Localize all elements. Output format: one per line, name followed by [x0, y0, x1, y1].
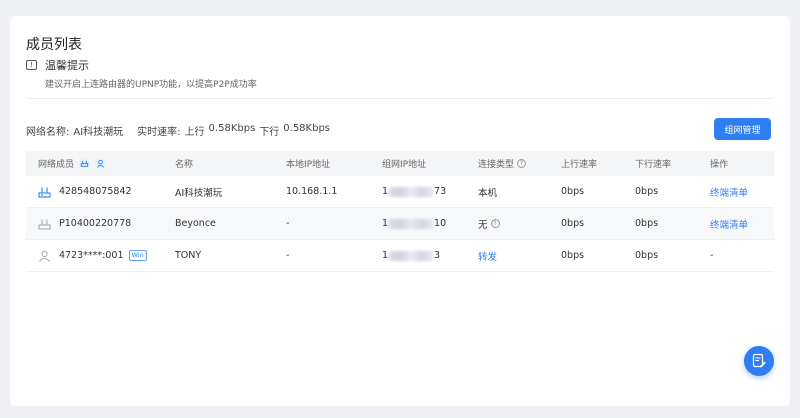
- divider: [26, 98, 774, 99]
- local-ip: 10.168.1.1: [286, 186, 338, 197]
- member-id: 428548075842: [59, 186, 132, 197]
- table-header: 网络成员 名称 本地IP地址 组网IP地址 连接类型 ? 上行速率 下行速率 操…: [26, 151, 774, 176]
- header-network-ip: 组网IP地址: [382, 160, 427, 170]
- os-badge: Win: [128, 250, 147, 261]
- member-name: AI科技潮玩: [175, 187, 223, 199]
- help-icon[interactable]: ?: [490, 219, 500, 228]
- header-up-rate: 上行速率: [561, 160, 598, 170]
- header-down-rate: 下行速率: [635, 160, 672, 170]
- tip-header: ! 温馨提示: [26, 57, 89, 73]
- network-ip-end: 10: [434, 218, 447, 229]
- member-name: Beyonce: [175, 218, 216, 229]
- up-label: 上行: [184, 127, 205, 138]
- down-rate: 0bps: [635, 218, 659, 229]
- user-icon: [39, 250, 50, 262]
- tip-text: 建议开启上连路由器的UPNP功能，以提高P2P成功率: [45, 80, 257, 90]
- router-filter-icon[interactable]: [79, 158, 90, 169]
- up-value: 0.58Kbps: [208, 123, 256, 134]
- member-cell: 4723****:001 Win: [38, 250, 147, 262]
- conn-type: 无 ?: [478, 217, 500, 231]
- conn-type-label: 无: [478, 219, 488, 231]
- member-id: 4723****:001: [59, 250, 124, 261]
- conn-type-relay[interactable]: 转发: [478, 249, 497, 263]
- network-ip-start: 1: [382, 186, 389, 197]
- edit-note-button[interactable]: [744, 346, 774, 376]
- member-id: P10400220778: [59, 218, 132, 229]
- redacted-ip: [389, 250, 434, 261]
- router-gray-icon: [38, 219, 51, 230]
- header-name: 名称: [175, 160, 194, 170]
- table-row: P10400220778 Beyonce - 1 10 无 ? 0bps 0bp…: [26, 208, 774, 240]
- network-ip: 1 10: [382, 218, 446, 229]
- tip-title: 温馨提示: [45, 59, 89, 72]
- down-rate: 0bps: [635, 186, 659, 197]
- header-member-label: 网络成员: [38, 160, 75, 170]
- action-none: -: [710, 250, 714, 261]
- table-row: 4723****:001 Win TONY - 1 3 转发 0bps 0bps…: [26, 240, 774, 272]
- user-filter-icon[interactable]: [95, 158, 106, 169]
- local-ip: -: [286, 218, 290, 229]
- network-name-value: AI科技潮玩: [73, 127, 124, 138]
- member-name: TONY: [175, 250, 202, 261]
- member-table: 网络成员 名称 本地IP地址 组网IP地址 连接类型 ? 上行速率 下行速率 操…: [26, 151, 774, 272]
- page-title: 成员列表: [26, 37, 82, 53]
- network-ip-end: 3: [434, 250, 441, 261]
- member-list-card: 成员列表 ! 温馨提示 建议开启上连路由器的UPNP功能，以提高P2P成功率 网…: [10, 16, 790, 406]
- up-rate: 0bps: [561, 218, 585, 229]
- help-icon[interactable]: ?: [517, 159, 527, 168]
- down-label: 下行: [259, 127, 280, 138]
- network-info: 网络名称: AI科技潮玩 实时速率: 上行 0.58Kbps 下行 0.58Kb…: [26, 123, 330, 138]
- network-name-label: 网络名称:: [26, 127, 70, 138]
- member-cell: 428548075842: [38, 186, 132, 198]
- down-rate: 0bps: [635, 250, 659, 261]
- terminal-list-link[interactable]: 终端清单: [710, 185, 748, 199]
- network-manage-button[interactable]: 组网管理: [714, 118, 771, 140]
- header-member: 网络成员: [38, 157, 106, 170]
- header-conn-type: 连接类型 ?: [478, 157, 527, 170]
- network-ip-start: 1: [382, 250, 389, 261]
- conn-type: 本机: [478, 187, 498, 199]
- table-row: 428548075842 AI科技潮玩 10.168.1.1 1 73 本机 0…: [26, 176, 774, 208]
- edit-note-icon: [752, 353, 766, 368]
- network-ip-start: 1: [382, 218, 389, 229]
- header-action: 操作: [710, 160, 729, 170]
- down-value: 0.58Kbps: [283, 123, 331, 134]
- redacted-ip: [389, 218, 434, 229]
- router-icon: [38, 187, 51, 198]
- up-rate: 0bps: [561, 186, 585, 197]
- header-local-ip: 本地IP地址: [286, 160, 331, 170]
- terminal-list-link[interactable]: 终端清单: [710, 217, 748, 231]
- header-conn-type-label: 连接类型: [478, 160, 515, 170]
- info-icon: !: [26, 60, 37, 70]
- network-ip: 1 73: [382, 186, 446, 197]
- redacted-ip: [389, 186, 434, 197]
- local-ip: -: [286, 250, 290, 261]
- up-rate: 0bps: [561, 250, 585, 261]
- network-ip-end: 73: [434, 186, 447, 197]
- network-ip: 1 3: [382, 250, 440, 261]
- speed-label: 实时速率:: [137, 127, 181, 138]
- member-cell: P10400220778: [38, 218, 131, 230]
